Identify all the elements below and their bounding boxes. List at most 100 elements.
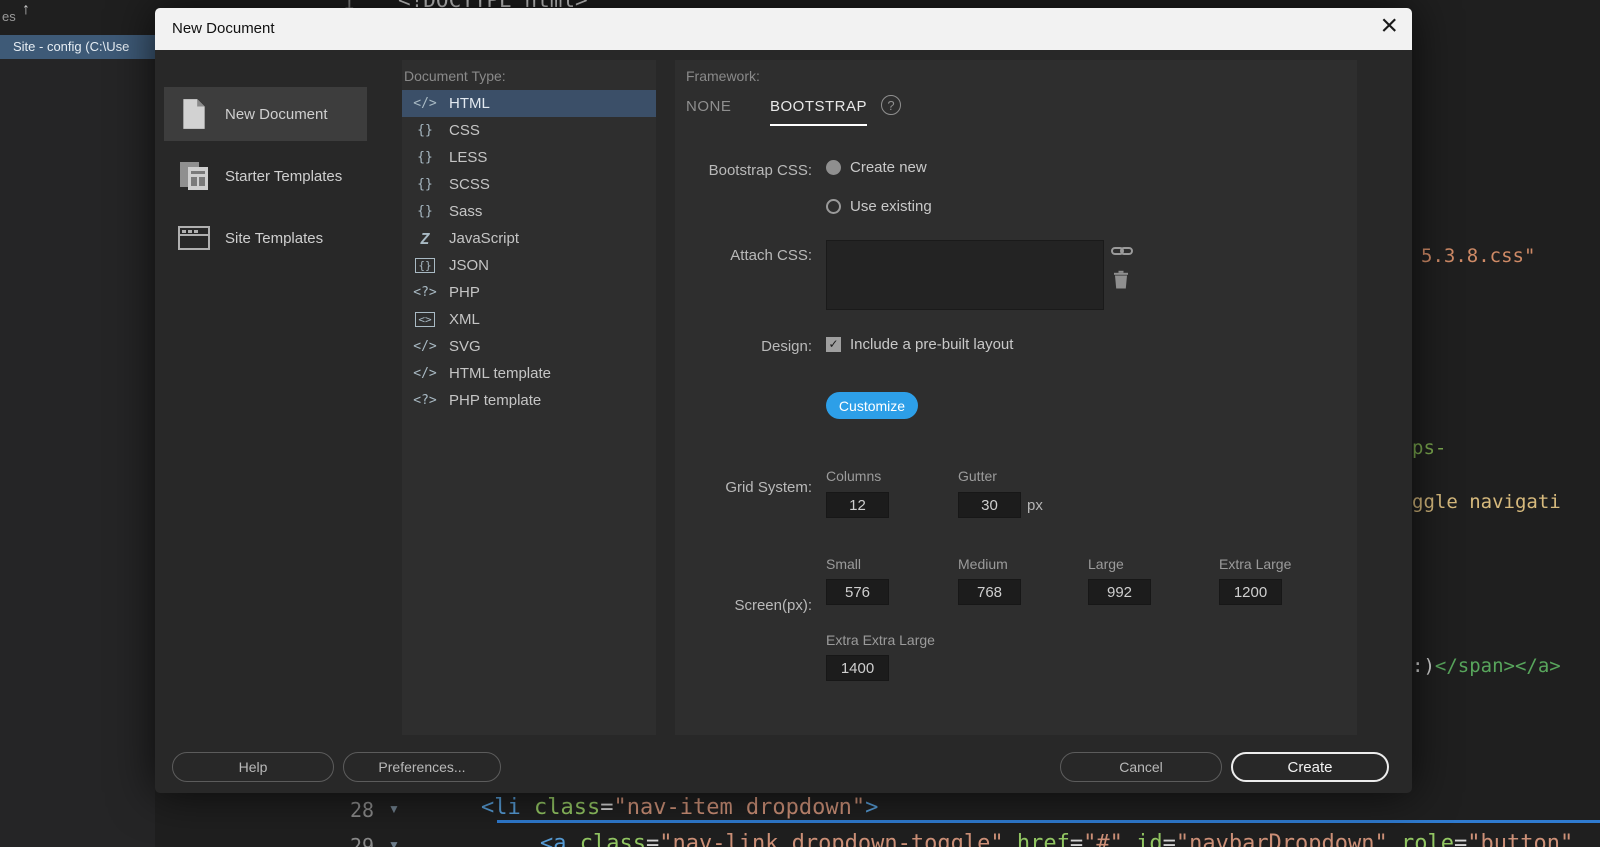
doc-type-html-template[interactable]: </> HTML template bbox=[402, 360, 656, 387]
code-line-28[interactable]: <li class="nav-item dropdown"> bbox=[481, 795, 878, 820]
code-token: > bbox=[865, 795, 879, 820]
gutter-unit-label: px bbox=[1027, 497, 1043, 514]
sidebar-item-site-templates[interactable]: Site Templates bbox=[164, 211, 367, 265]
preferences-button[interactable]: Preferences... bbox=[343, 752, 501, 782]
checkbox-checked-icon[interactable]: ✓ bbox=[826, 337, 841, 352]
customize-button[interactable]: Customize bbox=[826, 392, 918, 419]
radio-use-existing[interactable]: Use existing bbox=[826, 198, 932, 215]
help-icon[interactable]: ? bbox=[881, 95, 901, 115]
corner-label: es bbox=[2, 9, 16, 24]
tab-none[interactable]: NONE bbox=[686, 98, 731, 115]
attach-css-label: Attach CSS: bbox=[730, 247, 812, 264]
document-type-panel: Document Type: </> HTML {} CSS {} LESS {} SC… bbox=[402, 60, 656, 735]
code-tag-icon: </> bbox=[413, 366, 437, 381]
doc-type-sass[interactable]: {} Sass bbox=[402, 198, 656, 225]
code-token: <li bbox=[481, 795, 521, 820]
grid-system-label: Grid System: bbox=[725, 479, 812, 496]
line-number-29: 29 bbox=[350, 834, 375, 847]
braces-icon: {} bbox=[415, 258, 435, 273]
php-tag-icon: <?> bbox=[413, 393, 437, 408]
code-line-29[interactable]: <a class="nav-link dropdown-toggle" href… bbox=[540, 831, 1573, 847]
code-token: = bbox=[1069, 831, 1084, 847]
small-label: Small bbox=[826, 556, 862, 572]
doc-type-xml[interactable]: <> XML bbox=[402, 306, 656, 333]
medium-label: Medium bbox=[958, 556, 1008, 572]
extra-large-label: Extra Large bbox=[1219, 556, 1292, 572]
braces-icon: {} bbox=[417, 123, 433, 138]
doc-type-label: HTML template bbox=[449, 365, 551, 382]
code-fragment-tail: :)</span></a> bbox=[1412, 655, 1561, 677]
radio-selected-icon[interactable] bbox=[826, 160, 841, 175]
doc-type-php[interactable]: <?> PHP bbox=[402, 279, 656, 306]
code-token: href bbox=[1003, 831, 1070, 847]
large-label: Large bbox=[1088, 556, 1124, 572]
fold-arrow-icon[interactable]: ▼ bbox=[388, 802, 400, 816]
code-token: "#" bbox=[1083, 831, 1123, 847]
prebuilt-layout-checkbox-row[interactable]: ✓ Include a pre-built layout bbox=[826, 336, 1013, 353]
sidebar-item-starter-templates[interactable]: Starter Templates bbox=[164, 149, 367, 203]
current-line-highlight bbox=[497, 820, 1600, 823]
medium-input[interactable] bbox=[958, 579, 1021, 605]
radio-label: Use existing bbox=[850, 198, 932, 215]
doc-type-scss[interactable]: {} SCSS bbox=[402, 171, 656, 198]
starter-templates-icon bbox=[176, 159, 212, 193]
sidebar-item-label: Starter Templates bbox=[225, 167, 343, 185]
columns-input[interactable] bbox=[826, 492, 889, 518]
gutter-input[interactable] bbox=[958, 492, 1021, 518]
doc-type-label: Sass bbox=[449, 203, 483, 220]
close-icon[interactable]: × bbox=[1380, 9, 1398, 43]
doc-type-javascript[interactable]: Z JavaScript bbox=[402, 225, 656, 252]
collapse-up-icon[interactable]: ↑ bbox=[22, 1, 30, 19]
framework-panel: Framework: NONE BOOTSTRAP ? Bootstrap CS… bbox=[675, 60, 1357, 735]
doc-type-label: PHP template bbox=[449, 392, 542, 409]
files-panel bbox=[0, 59, 155, 847]
small-input[interactable] bbox=[826, 579, 889, 605]
fold-arrow-icon[interactable]: ▼ bbox=[388, 838, 400, 847]
radio-create-new[interactable]: Create new bbox=[826, 159, 927, 176]
sidebar-item-label: New Document bbox=[225, 105, 328, 123]
attach-css-textarea[interactable] bbox=[826, 240, 1104, 310]
doc-type-label: PHP bbox=[449, 284, 480, 301]
json-icon: {} bbox=[410, 258, 440, 273]
doc-type-label: HTML bbox=[449, 95, 490, 112]
code-token: "nav-item dropdown" bbox=[613, 795, 866, 820]
doc-type-less[interactable]: {} LESS bbox=[402, 144, 656, 171]
dialog-titlebar: New Document × bbox=[155, 8, 1412, 50]
create-button[interactable]: Create bbox=[1231, 752, 1389, 782]
code-fragment-green: ps- bbox=[1412, 437, 1447, 459]
cancel-button[interactable]: Cancel bbox=[1060, 752, 1222, 782]
extra-large-input[interactable] bbox=[1219, 579, 1282, 605]
doc-type-json[interactable]: {} JSON bbox=[402, 252, 656, 279]
site-config-tab[interactable]: Site - config (C:\Use bbox=[0, 35, 158, 59]
code-tag-icon: </> bbox=[413, 96, 437, 111]
doc-type-html[interactable]: </> HTML bbox=[402, 90, 656, 117]
doc-type-svg[interactable]: </> SVG bbox=[402, 333, 656, 360]
xml-icon: <> bbox=[410, 312, 440, 327]
javascript-icon: Z bbox=[420, 229, 430, 248]
line-number-28: 28 bbox=[350, 798, 375, 822]
code-token: <a bbox=[540, 831, 567, 847]
doc-type-php-template[interactable]: <?> PHP template bbox=[402, 387, 656, 414]
dialog-title: New Document bbox=[172, 20, 275, 37]
help-button[interactable]: Help bbox=[172, 752, 334, 782]
checkbox-label: Include a pre-built layout bbox=[850, 336, 1014, 353]
braces-icon: {} bbox=[417, 150, 433, 165]
sidebar-item-new-document[interactable]: New Document bbox=[164, 87, 367, 141]
screen-px-label: Screen(px): bbox=[734, 597, 812, 614]
radio-unselected-icon[interactable] bbox=[826, 199, 841, 214]
bootstrap-css-label: Bootstrap CSS: bbox=[708, 162, 812, 179]
doc-type-label: LESS bbox=[449, 149, 488, 166]
code-token: </span></a> bbox=[1434, 655, 1561, 677]
tab-bootstrap[interactable]: BOOTSTRAP bbox=[770, 98, 868, 126]
columns-label: Columns bbox=[826, 468, 882, 484]
code-token: = bbox=[1454, 831, 1468, 847]
trash-icon[interactable] bbox=[1113, 270, 1129, 294]
large-input[interactable] bbox=[1088, 579, 1151, 605]
extra-extra-large-input[interactable] bbox=[826, 655, 889, 681]
radio-label: Create new bbox=[850, 159, 927, 176]
doc-type-css[interactable]: {} CSS bbox=[402, 117, 656, 144]
braces-icon: {} bbox=[417, 204, 433, 219]
code-token: class bbox=[520, 795, 601, 820]
code-token: "nav-link dropdown-toggle" bbox=[659, 831, 1004, 847]
attach-link-icon[interactable] bbox=[1111, 244, 1133, 263]
